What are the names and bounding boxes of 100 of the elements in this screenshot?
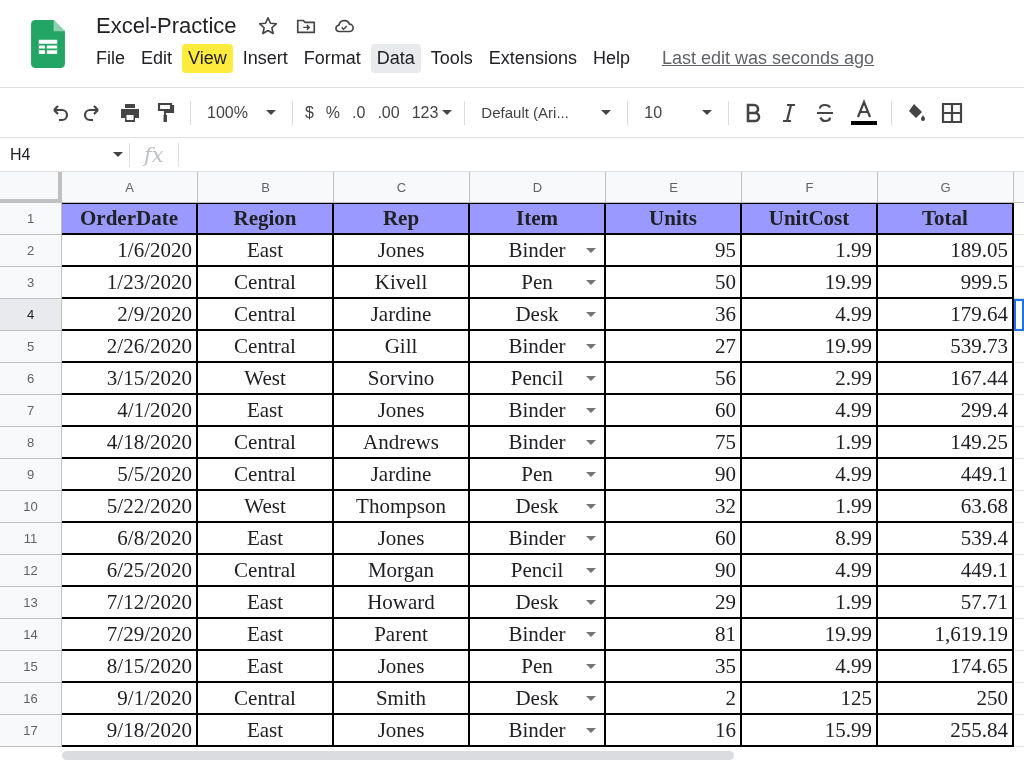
table-cell: 189.05 [878, 235, 1014, 267]
table-cell: 35 [606, 651, 742, 683]
menu-item[interactable]: Extensions [482, 44, 583, 73]
dropdown-cell[interactable]: Desk [470, 491, 606, 523]
menu-item[interactable]: Insert [236, 44, 294, 73]
table-cell: 167.44 [878, 363, 1014, 395]
horizontal-scrollbar[interactable] [62, 751, 734, 760]
row-header[interactable]: 5 [0, 331, 62, 363]
table-cell: 2.99 [742, 363, 878, 395]
dropdown-cell[interactable]: Desk [470, 683, 606, 715]
table-cell: 2/26/2020 [62, 331, 198, 363]
table-cell: 63.68 [878, 491, 1014, 523]
decrease-decimal-button[interactable]: .0 [352, 103, 366, 122]
increase-decimal-button[interactable]: .00 [377, 103, 400, 122]
table-cell: 95 [606, 235, 742, 267]
document-title[interactable]: Excel-Practice [96, 13, 237, 39]
table-cell: Central [198, 267, 334, 299]
row-header[interactable]: 1 [0, 203, 62, 235]
row-header[interactable]: 11 [0, 523, 62, 555]
text-color-icon[interactable] [849, 97, 880, 128]
zoom-dropdown[interactable]: 100% [203, 103, 280, 122]
row-header[interactable]: 7 [0, 395, 62, 427]
table-cell: 149.25 [878, 427, 1014, 459]
number-format-dropdown[interactable]: 123 [411, 103, 453, 122]
dropdown-cell[interactable]: Pen [470, 651, 606, 683]
row-header[interactable]: 8 [0, 427, 62, 459]
dropdown-cell[interactable]: Binder [470, 523, 606, 555]
dropdown-cell[interactable]: Binder [470, 331, 606, 363]
table-cell: Jones [334, 715, 470, 747]
row-header[interactable]: 9 [0, 459, 62, 491]
last-edit-link[interactable]: Last edit was seconds ago [661, 48, 875, 69]
table-cell: 1.99 [742, 427, 878, 459]
table-cell: 8/15/2020 [62, 651, 198, 683]
menu-item[interactable]: Edit [135, 44, 179, 73]
table-cell: Central [198, 331, 334, 363]
table-cell: 7/29/2020 [62, 619, 198, 651]
table-cell: East [198, 523, 334, 555]
font-size-dropdown[interactable]: 10 [640, 103, 717, 122]
dropdown-cell[interactable]: Binder [470, 619, 606, 651]
spreadsheet-logo-icon[interactable] [31, 20, 65, 68]
star-icon[interactable] [256, 15, 279, 37]
dropdown-cell[interactable]: Pen [470, 267, 606, 299]
menu-item[interactable]: View [182, 44, 233, 73]
table-cell: 9/1/2020 [62, 683, 198, 715]
row-header[interactable]: 17 [0, 715, 62, 747]
table-cell: Jones [334, 523, 470, 555]
table-cell: 6/25/2020 [62, 555, 198, 587]
table-cell: 449.1 [878, 459, 1014, 491]
table-cell: Central [198, 555, 334, 587]
table-cell: 4.99 [742, 299, 878, 331]
row-header[interactable]: 12 [0, 555, 62, 587]
row-header[interactable]: 16 [0, 683, 62, 715]
dropdown-cell[interactable]: Binder [470, 395, 606, 427]
table-cell: 90 [606, 459, 742, 491]
row-header[interactable]: 4 [0, 299, 62, 331]
table-cell: 4/1/2020 [62, 395, 198, 427]
active-cell[interactable] [1014, 299, 1024, 331]
row-header[interactable]: 15 [0, 651, 62, 683]
table-cell: 999.5 [878, 267, 1014, 299]
table-cell: 16 [606, 715, 742, 747]
table-cell: 174.65 [878, 651, 1014, 683]
table-cell: Central [198, 427, 334, 459]
table-cell: 2 [606, 683, 742, 715]
table-cell: Jones [334, 235, 470, 267]
dropdown-cell[interactable]: Pencil [470, 363, 606, 395]
percent-format-button[interactable]: % [325, 103, 341, 122]
menu-item[interactable]: Help [586, 44, 636, 73]
row-header[interactable]: 14 [0, 619, 62, 651]
dropdown-cell[interactable]: Binder [470, 427, 606, 459]
menu-item[interactable]: Format [297, 44, 367, 73]
dropdown-cell[interactable]: Pen [470, 459, 606, 491]
table-cell: 32 [606, 491, 742, 523]
row-header[interactable]: 13 [0, 587, 62, 619]
table-cell: East [198, 715, 334, 747]
row-header[interactable]: 10 [0, 491, 62, 523]
currency-format-button[interactable]: $ [304, 103, 314, 122]
dropdown-cell[interactable]: Desk [470, 299, 606, 331]
table-cell: 4.99 [742, 555, 878, 587]
table-cell: 19.99 [742, 267, 878, 299]
table-cell: 4.99 [742, 651, 878, 683]
row-header[interactable]: 3 [0, 267, 62, 299]
table-cell: 75 [606, 427, 742, 459]
table-cell: Jardine [334, 299, 470, 331]
table-cell: 539.4 [878, 523, 1014, 555]
dropdown-cell[interactable]: Desk [470, 587, 606, 619]
menu-item[interactable]: Data [370, 44, 421, 73]
dropdown-cell[interactable]: Binder [470, 235, 606, 267]
table-cell: 50 [606, 267, 742, 299]
row-header[interactable]: 2 [0, 235, 62, 267]
name-box[interactable]: H4 [0, 142, 130, 167]
table-cell: 36 [606, 299, 742, 331]
table-cell: 81 [606, 619, 742, 651]
dropdown-cell[interactable]: Pencil [470, 555, 606, 587]
font-dropdown[interactable]: Default (Ari... [477, 104, 616, 121]
row-header[interactable]: 6 [0, 363, 62, 395]
menu-item[interactable]: File [90, 44, 131, 73]
dropdown-cell[interactable]: Binder [470, 715, 606, 747]
menu-item[interactable]: Tools [424, 44, 479, 73]
table-cell: 1/23/2020 [62, 267, 198, 299]
borders-icon[interactable] [940, 100, 965, 125]
